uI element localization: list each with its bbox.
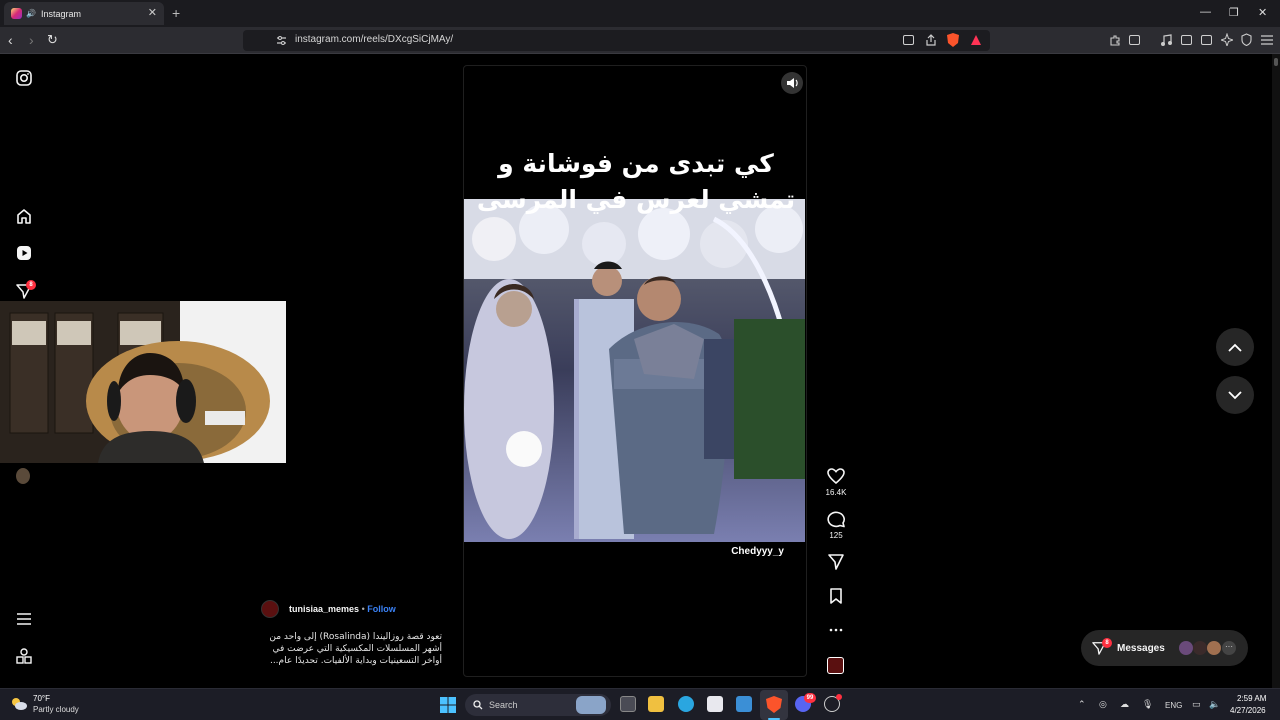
messages-button[interactable]: 8 Messages ··· (1081, 630, 1248, 666)
more-contacts-icon: ··· (1222, 641, 1236, 655)
mute-button[interactable] (781, 72, 803, 94)
wallet-icon[interactable] (1201, 35, 1212, 45)
video-watermark: Chedyyy_y (731, 546, 784, 557)
taskbar-search[interactable]: Search (465, 694, 611, 716)
like-icon[interactable] (826, 467, 846, 485)
notification-badge: 8 (26, 280, 36, 290)
clock-date[interactable]: 4/27/2026 (1230, 706, 1266, 715)
contact-avatar (1193, 641, 1207, 655)
author-avatar[interactable] (261, 600, 279, 618)
author-line: tunisiaa_memes • Follow (289, 604, 396, 614)
discord-badge: 99 (804, 693, 816, 703)
minimize-button[interactable]: — (1200, 6, 1211, 18)
vpn-shield-icon[interactable] (1241, 33, 1252, 46)
reel-player[interactable]: كي تبدى من فوشانة و تمشي لعرس في المرسى … (463, 65, 807, 677)
share-icon[interactable] (826, 553, 846, 571)
url-text: instagram.com/reels/DXcgSiCjMAy/ (295, 34, 454, 45)
language-indicator[interactable]: ENG (1165, 701, 1182, 710)
microphone-icon[interactable]: 🎙 (1142, 699, 1153, 710)
contact-avatar (1179, 641, 1193, 655)
brave-shields-icon[interactable] (947, 33, 959, 47)
windows-start-icon[interactable] (440, 697, 456, 713)
contact-avatar (1207, 641, 1221, 655)
messages-label: Messages (1117, 643, 1165, 654)
chevron-down-icon (1228, 390, 1242, 399)
reel-title-line-1: كي تبدى من فوشانة و (498, 149, 774, 178)
file-explorer-icon[interactable] (648, 696, 664, 712)
next-reel-button[interactable] (1216, 376, 1254, 414)
edge-icon[interactable] (678, 696, 694, 712)
search-icon (473, 700, 483, 710)
more-options-icon[interactable] (826, 624, 846, 636)
profile-avatar[interactable] (16, 468, 30, 484)
cast-icon[interactable] (903, 35, 914, 45)
extensions-icon[interactable] (1109, 34, 1121, 46)
brave-browser-icon[interactable] (766, 696, 782, 713)
brave-rewards-icon[interactable] (970, 34, 982, 46)
task-view-icon[interactable] (620, 696, 636, 712)
restore-button[interactable]: ❐ (1229, 6, 1239, 19)
network-icon[interactable]: ▭ (1192, 699, 1201, 710)
home-icon[interactable] (16, 208, 32, 224)
weather-description[interactable]: Partly cloudy (33, 705, 79, 714)
reel-description[interactable]: تعود قصة روزاليندا (Rosalinda) إلى واحد … (258, 631, 442, 667)
comment-icon[interactable] (826, 510, 846, 528)
chevron-up-icon (1228, 343, 1242, 352)
onedrive-icon[interactable]: ☁ (1120, 699, 1129, 710)
volume-icon (787, 78, 798, 88)
store-icon[interactable] (707, 696, 723, 712)
also-from-meta-icon[interactable] (16, 648, 32, 664)
window-close-button[interactable]: ✕ (1258, 6, 1267, 19)
share-icon[interactable] (925, 34, 937, 46)
new-tab-button[interactable]: + (172, 5, 180, 21)
reels-icon[interactable] (16, 245, 32, 261)
address-bar[interactable]: instagram.com/reels/DXcgSiCjMAy/ (243, 30, 990, 51)
more-menu-icon[interactable] (16, 611, 32, 627)
tab-title: Instagram (40, 8, 81, 19)
previous-reel-button[interactable] (1216, 328, 1254, 366)
wedding-video-frame (464, 199, 805, 542)
weather-temperature[interactable]: 70°F (33, 694, 50, 703)
partly-cloudy-icon (12, 698, 27, 710)
separator: • (361, 604, 365, 614)
author-username[interactable]: tunisiaa_memes (289, 604, 359, 614)
comment-count: 125 (829, 531, 843, 540)
back-icon[interactable]: ‹ (8, 32, 13, 48)
search-highlight-icon (576, 696, 606, 714)
tab-instagram[interactable]: 🔊 Instagram ✕ (4, 2, 164, 25)
site-settings-icon[interactable] (276, 35, 287, 46)
reel-overlay-title: كي تبدى من فوشانة و تمشي لعرس في المرسى (464, 146, 806, 218)
mail-icon[interactable] (736, 696, 752, 712)
screenshot-icon[interactable] (1129, 35, 1140, 45)
app-badge (836, 694, 842, 700)
reel-video[interactable] (464, 199, 805, 542)
windows-taskbar: 70°F Partly cloudy Search 99 ⌃ ◎ ☁ 🎙 ENG… (0, 688, 1280, 720)
clock-time[interactable]: 2:59 AM (1237, 694, 1266, 703)
show-hidden-icons[interactable]: ⌃ (1078, 699, 1086, 710)
reel-title-line-2: تمشي لعرس في المرسى (476, 185, 796, 214)
like-count: 16.4K (825, 488, 847, 497)
audio-thumbnail[interactable] (827, 657, 844, 674)
forward-icon[interactable]: › (29, 32, 34, 48)
webcam-overlay (0, 301, 286, 463)
media-icon[interactable] (1160, 34, 1172, 46)
save-icon[interactable] (826, 587, 846, 605)
browser-tab-bar: 🔊 Instagram ✕ + — ❐ ✕ (0, 0, 1280, 27)
tray-app-icon[interactable]: ◎ (1099, 699, 1107, 710)
search-label: Search (489, 700, 518, 710)
follow-button[interactable]: Follow (367, 604, 396, 614)
volume-icon[interactable]: 🔈 (1209, 699, 1220, 710)
scrollbar[interactable] (1272, 54, 1280, 688)
browser-nav-bar: ‹ › ↻ instagram.com/reels/DXcgSiCjMAy/ (0, 27, 1280, 54)
instagram-logo-icon[interactable] (16, 70, 32, 86)
reload-icon[interactable]: ↻ (47, 32, 58, 48)
messages-badge: 8 (1102, 638, 1112, 648)
menu-icon[interactable] (1261, 35, 1273, 45)
speaker-icon[interactable]: 🔊 (26, 9, 36, 18)
instagram-favicon-icon (11, 8, 22, 19)
webcam-image (0, 301, 286, 463)
tab-close-icon[interactable]: ✕ (148, 6, 157, 19)
leo-ai-icon[interactable] (1221, 33, 1233, 46)
sidebar-icon[interactable] (1181, 35, 1192, 45)
